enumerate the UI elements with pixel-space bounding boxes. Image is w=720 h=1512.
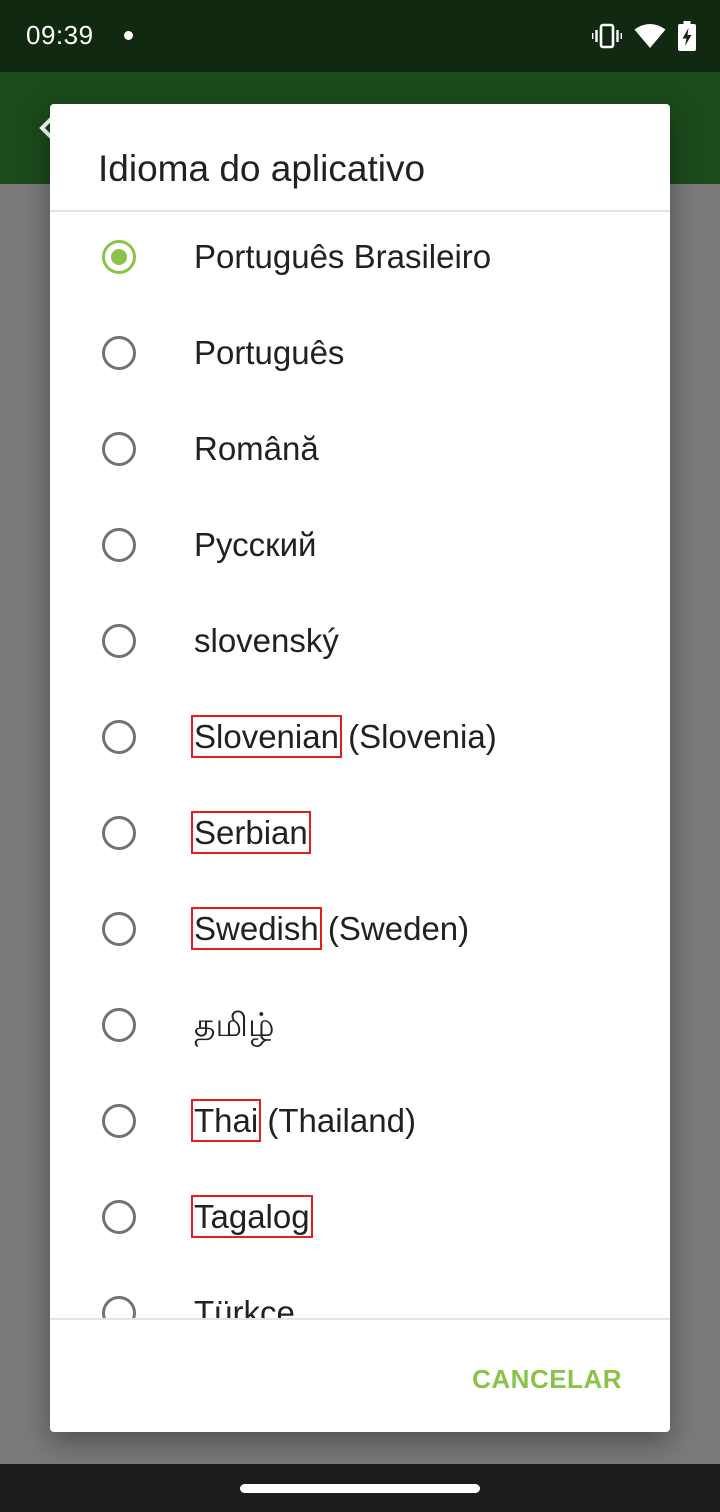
language-option-label: Swedish (Sweden) [191, 907, 470, 950]
radio-unchecked-icon[interactable] [102, 336, 136, 370]
language-option[interactable]: Русский [50, 500, 670, 596]
radio-unchecked-icon[interactable] [102, 1296, 136, 1318]
radio-unchecked-icon[interactable] [102, 816, 136, 850]
wifi-icon [634, 24, 666, 48]
language-option[interactable]: Serbian [50, 788, 670, 884]
radio-checked-icon[interactable] [102, 240, 136, 274]
label-suffix: (Thailand) [258, 1102, 416, 1139]
status-bar: 09:39 [0, 0, 720, 72]
label-suffix: (Slovenia) [338, 718, 497, 755]
language-option[interactable]: Türkçe [50, 1268, 670, 1318]
radio-unchecked-icon[interactable] [102, 1200, 136, 1234]
language-option-label: Русский [194, 526, 317, 563]
language-option-label: Slovenian (Slovenia) [191, 715, 497, 758]
radio-unchecked-icon[interactable] [102, 1104, 136, 1138]
language-option-label: Português Brasileiro [194, 238, 492, 275]
label-suffix: (Sweden) [318, 910, 470, 947]
language-dialog: Idioma do aplicativo Português Brasileir… [50, 104, 670, 1432]
cancel-button[interactable]: CANCELAR [472, 1364, 622, 1395]
language-option-label: Português [194, 334, 345, 371]
home-pill[interactable] [240, 1484, 480, 1493]
dialog-title: Idioma do aplicativo [98, 148, 426, 189]
language-option[interactable]: Português Brasileiro [50, 212, 670, 308]
notification-dot-icon [124, 31, 133, 40]
battery-charging-icon [678, 21, 696, 51]
radio-unchecked-icon[interactable] [102, 912, 136, 946]
language-option[interactable]: Tagalog [50, 1172, 670, 1268]
language-option[interactable]: Português [50, 308, 670, 404]
language-option[interactable]: Thai (Thailand) [50, 1076, 670, 1172]
language-option-label: Serbian [191, 811, 311, 854]
radio-unchecked-icon[interactable] [102, 528, 136, 562]
language-list[interactable]: Português Brasileiro Português Română Русск… [50, 212, 670, 1318]
language-option[interactable]: தமிழ் [50, 980, 670, 1076]
highlighted-text: Slovenian [191, 715, 342, 758]
radio-unchecked-icon[interactable] [102, 432, 136, 466]
status-icons [592, 20, 696, 52]
radio-unchecked-icon[interactable] [102, 1008, 136, 1042]
dialog-actions: CANCELAR [50, 1318, 670, 1432]
navigation-bar [0, 1464, 720, 1512]
language-option[interactable]: Slovenian (Slovenia) [50, 692, 670, 788]
vibrate-icon [592, 23, 622, 49]
language-option-label: Tagalog [191, 1195, 313, 1238]
highlighted-text: Swedish [191, 907, 322, 950]
highlighted-text: Tagalog [191, 1195, 313, 1238]
language-option-label: Thai (Thailand) [190, 1099, 416, 1142]
status-time: 09:39 [26, 20, 94, 50]
highlighted-text: Serbian [191, 811, 311, 854]
language-option-label: தமிழ் [194, 1006, 275, 1043]
language-option-label: Türkçe [194, 1294, 295, 1318]
language-option-label: Română [194, 430, 319, 467]
language-option[interactable]: Română [50, 404, 670, 500]
language-option-label: slovenský [194, 622, 339, 659]
highlighted-text: Thai [190, 1099, 262, 1142]
radio-unchecked-icon[interactable] [102, 720, 136, 754]
radio-unchecked-icon[interactable] [102, 624, 136, 658]
language-option[interactable]: slovenský [50, 596, 670, 692]
language-option[interactable]: Swedish (Sweden) [50, 884, 670, 980]
